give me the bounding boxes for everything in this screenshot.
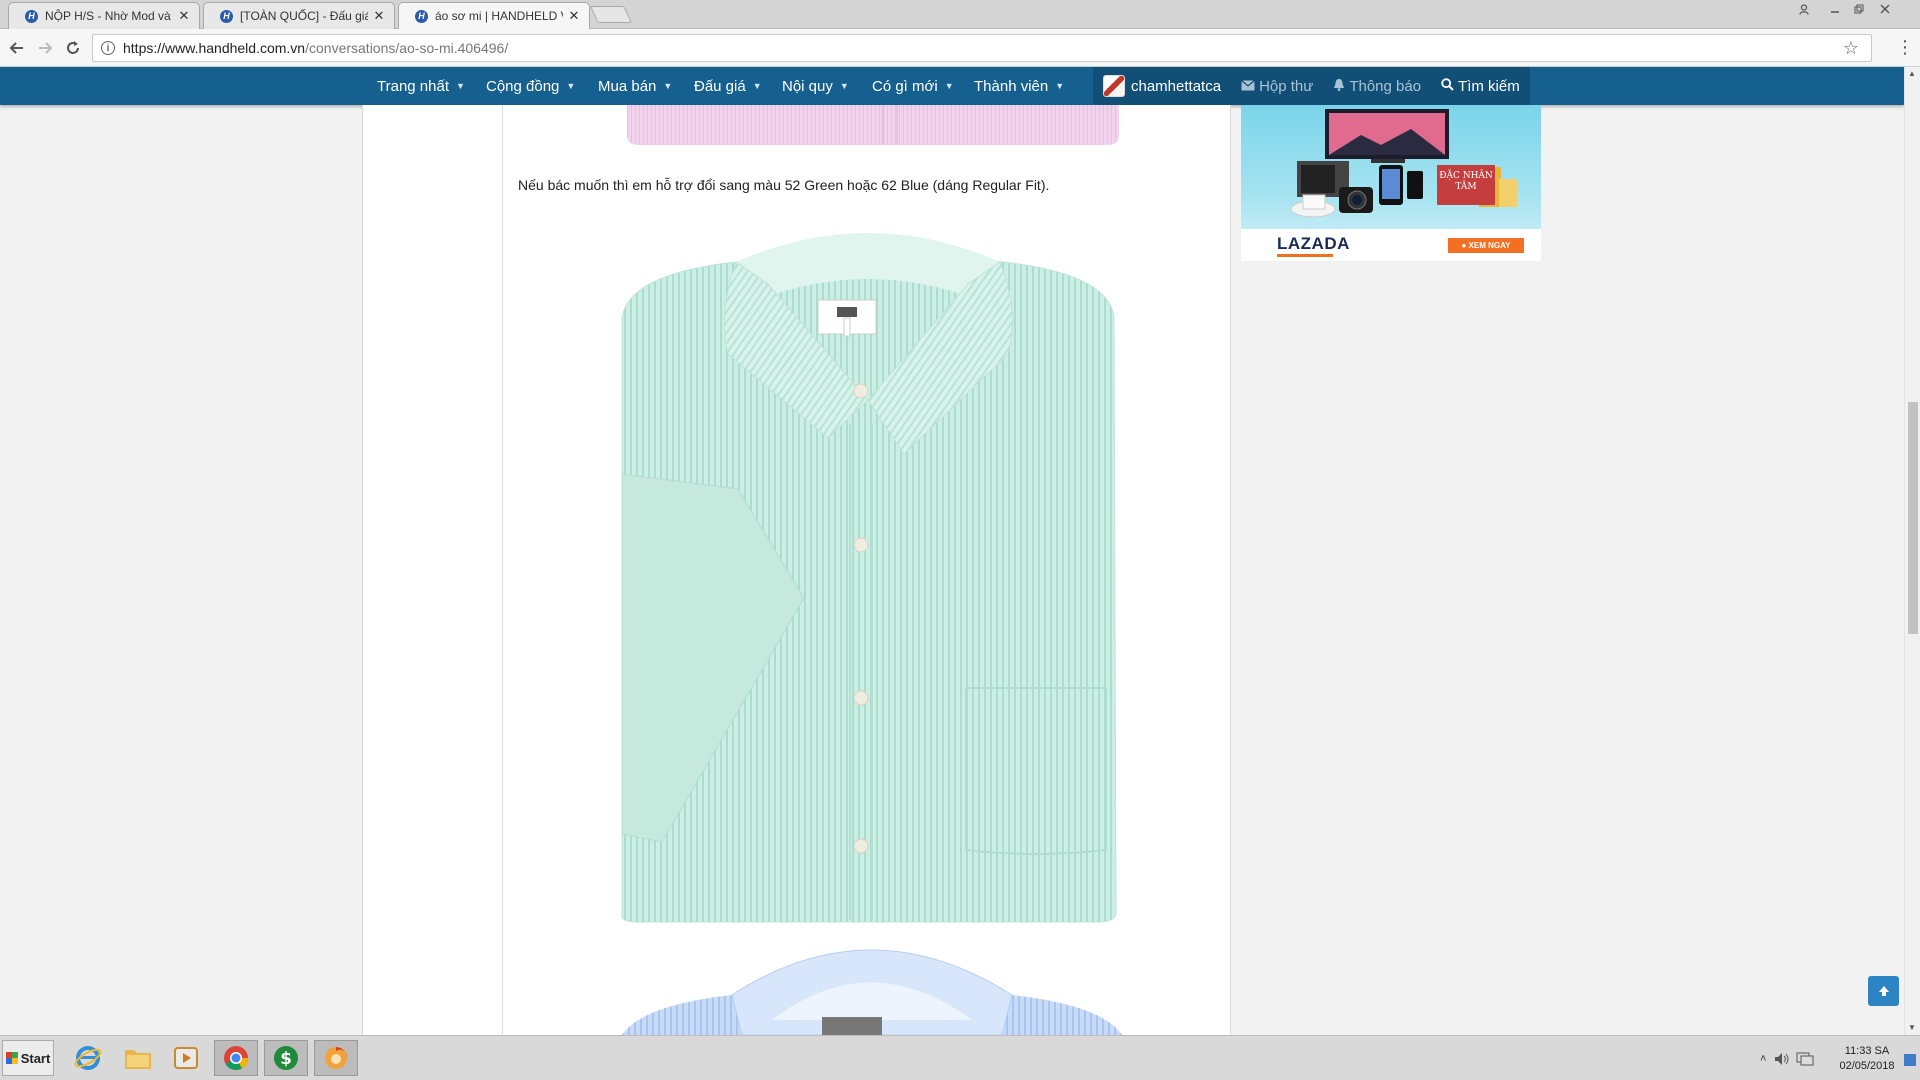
message-text: Nếu bác muốn thì em hỗ trợ đổi sang màu … xyxy=(518,177,1050,193)
media-player-icon[interactable] xyxy=(164,1040,208,1076)
nav-item-label: Có gì mới xyxy=(872,77,938,95)
user-account-link[interactable]: chamhettatca xyxy=(1093,67,1231,105)
nav-item-co-gi-moi[interactable]: Có gì mới ▼ xyxy=(872,67,954,105)
ad-book-promo: ĐẶC NHÂN TÂM xyxy=(1437,165,1495,205)
site-navigation: Trang nhất ▼ Cộng đồng ▼ Mua bán ▼ Đấu giá ▼… xyxy=(0,67,1904,105)
windows-logo-icon xyxy=(5,1052,18,1064)
network-icon[interactable] xyxy=(1796,1052,1814,1066)
start-label: Start xyxy=(20,1050,51,1066)
browser-tab-2[interactable]: H [TOÀN QUỐC] - Đấu giá ác ✕ xyxy=(203,2,395,29)
alerts-label: Thông báo xyxy=(1349,77,1422,95)
caret-down-icon: ▼ xyxy=(1055,81,1065,91)
browser-tab-3-active[interactable]: H áo sơ mi | HANDHELD VIE ✕ xyxy=(398,2,590,29)
app-swirl-icon[interactable] xyxy=(314,1040,358,1076)
tray-expand-icon[interactable]: ˄ xyxy=(1760,1053,1766,1065)
nav-item-cong-dong[interactable]: Cộng đồng ▼ xyxy=(486,67,575,105)
close-icon[interactable]: ✕ xyxy=(177,8,191,24)
profile-icon[interactable] xyxy=(1793,0,1815,18)
volume-icon[interactable] xyxy=(1774,1052,1790,1066)
ad-cta-button[interactable]: ● XEM NGAY xyxy=(1448,238,1524,253)
avatar xyxy=(1103,75,1125,97)
page-scrollbar[interactable]: ▲ ▼ xyxy=(1904,67,1920,1035)
url-domain: https://www.handheld.com.vn xyxy=(123,40,306,56)
lazada-logo-underline xyxy=(1277,254,1333,257)
alerts-link[interactable]: Thông báo xyxy=(1323,67,1431,105)
nav-item-label: Thành viên xyxy=(974,77,1049,95)
clock-time: 11:33 SA xyxy=(1844,1045,1890,1057)
arrow-up-icon xyxy=(1878,986,1889,996)
close-icon[interactable]: ✕ xyxy=(567,8,581,24)
scroll-down-arrow-icon[interactable]: ▼ xyxy=(1908,1023,1916,1032)
address-bar[interactable]: i https://www.handheld.com.vn/conversati… xyxy=(92,34,1872,62)
nav-item-label: Mua bán xyxy=(598,77,657,95)
handheld-favicon-icon: H xyxy=(415,9,428,23)
browser-menu-icon[interactable]: ⋮ xyxy=(1896,37,1914,58)
caret-down-icon: ▼ xyxy=(752,81,762,91)
taskbar: Start $ ˄ 11:33 SA 02/05/2018 xyxy=(0,1035,1920,1080)
forward-arrow-icon[interactable] xyxy=(34,37,56,59)
show-desktop-button[interactable] xyxy=(1904,1054,1916,1066)
caret-down-icon: ▼ xyxy=(839,81,849,91)
url-path: /conversations/ao-so-mi.406496/ xyxy=(305,40,509,56)
new-tab-button[interactable] xyxy=(590,6,632,23)
blue-shirt-image xyxy=(622,925,1122,1035)
svg-text:$: $ xyxy=(280,1049,292,1069)
lazada-logo: LAZADA xyxy=(1277,234,1350,253)
envelope-icon xyxy=(1241,79,1255,94)
system-clock[interactable]: 11:33 SA 02/05/2018 xyxy=(1834,1044,1900,1074)
search-label: Tìm kiếm xyxy=(1458,77,1520,95)
nav-item-label: Trang nhất xyxy=(377,77,449,95)
search-link[interactable]: Tìm kiếm xyxy=(1431,67,1530,105)
lazada-banner-ad[interactable]: ĐẶC NHÂN TÂM LAZADA ● XEM NGAY xyxy=(1241,105,1541,261)
tab-title: NỘP H/S - Nhờ Mod và các xyxy=(45,9,173,23)
nav-item-label: Nội quy xyxy=(782,77,833,95)
browser-tab-strip: H NỘP H/S - Nhờ Mod và các ✕ H [TOÀN QUỐ… xyxy=(0,0,1920,29)
scrollbar-thumb[interactable] xyxy=(1908,402,1918,634)
browser-toolbar: i https://www.handheld.com.vn/conversati… xyxy=(0,29,1920,67)
reload-icon[interactable] xyxy=(62,37,84,59)
system-tray: ˄ xyxy=(1760,1046,1814,1072)
back-arrow-icon[interactable] xyxy=(6,37,28,59)
tab-title: [TOÀN QUỐC] - Đấu giá ác xyxy=(240,9,368,23)
caret-down-icon: ▼ xyxy=(456,81,465,91)
inbox-label: Hộp thư xyxy=(1259,77,1314,95)
username: chamhettatca xyxy=(1131,77,1222,95)
caret-down-icon: ▼ xyxy=(663,81,673,91)
caret-down-icon: ▼ xyxy=(566,81,576,91)
caret-down-icon: ▼ xyxy=(944,81,954,91)
info-icon[interactable]: i xyxy=(101,41,115,55)
close-icon[interactable]: ✕ xyxy=(372,8,386,24)
browser-tab-1[interactable]: H NỘP H/S - Nhờ Mod và các ✕ xyxy=(8,2,200,29)
green-shirt-image xyxy=(618,214,1118,924)
handheld-favicon-icon: H xyxy=(220,9,233,23)
ad-footer: LAZADA ● XEM NGAY xyxy=(1241,229,1541,261)
scroll-up-arrow-icon[interactable]: ▲ xyxy=(1908,69,1916,78)
user-toolbar: chamhettatca Hộp thư Thông báo Tìm kiếm xyxy=(1093,67,1530,105)
nav-item-noi-quy[interactable]: Nội quy ▼ xyxy=(782,67,849,105)
minimize-icon[interactable] xyxy=(1824,0,1846,18)
nav-item-label: Đấu giá xyxy=(694,77,746,95)
tab-title: áo sơ mi | HANDHELD VIE xyxy=(435,9,563,23)
handheld-favicon-icon: H xyxy=(25,9,38,23)
restore-icon[interactable] xyxy=(1848,0,1870,18)
nav-item-trang-nhat[interactable]: Trang nhất ▼ xyxy=(377,67,465,105)
internet-explorer-icon[interactable] xyxy=(66,1040,110,1076)
bell-icon xyxy=(1333,78,1345,94)
nav-item-dau-gia[interactable]: Đấu giá ▼ xyxy=(694,67,762,105)
pink-shirt-image xyxy=(627,105,1119,147)
close-window-icon[interactable] xyxy=(1874,0,1896,18)
search-icon xyxy=(1441,78,1454,94)
start-button[interactable]: Start xyxy=(2,1040,54,1076)
bookmark-star-icon[interactable]: ☆ xyxy=(1843,38,1859,59)
inbox-link[interactable]: Hộp thư xyxy=(1231,67,1323,105)
money-app-icon[interactable]: $ xyxy=(264,1040,308,1076)
back-to-top-button[interactable] xyxy=(1868,976,1899,1006)
nav-item-label: Cộng đồng xyxy=(486,77,560,95)
chrome-icon[interactable] xyxy=(214,1040,258,1076)
nav-item-thanh-vien[interactable]: Thành viên ▼ xyxy=(974,67,1064,105)
clock-date: 02/05/2018 xyxy=(1839,1060,1895,1072)
nav-item-mua-ban[interactable]: Mua bán ▼ xyxy=(598,67,672,105)
file-explorer-icon[interactable] xyxy=(116,1040,160,1076)
